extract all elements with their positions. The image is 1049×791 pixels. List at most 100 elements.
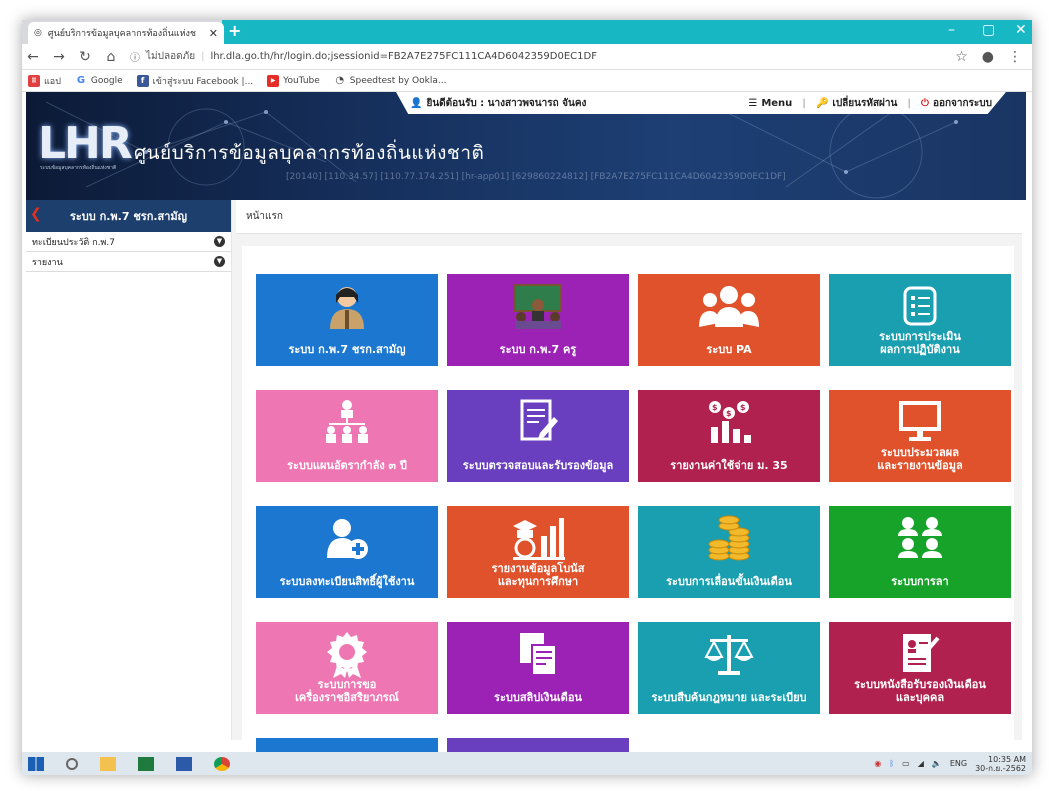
top-menu-bar: 👤 ยินดีต้อนรับ : นางสาวพจนารถ จันคง ☰ Me… <box>396 92 1006 114</box>
browser-tab[interactable]: ◎ ศูนย์บริการข้อมูลบุคลากรท้องถิ่นแห่งช … <box>28 22 224 44</box>
close-window-icon[interactable]: ✕ <box>1015 22 1027 38</box>
new-tab-icon[interactable]: + <box>228 21 241 40</box>
bookmark-apps[interactable]: ⠿ แอป <box>28 74 61 88</box>
breadcrumb-home[interactable]: หน้าแรก <box>246 209 283 224</box>
breadcrumb: หน้าแรก <box>236 200 1022 234</box>
search-icon[interactable] <box>66 757 78 770</box>
tile-label: ระบบการเลื่อนขั้นเงินเดือน <box>666 575 792 588</box>
tile-graduation-chart[interactable]: รายงานข้อมูลโบนัส และทุนการศึกษา <box>447 506 629 598</box>
volume-icon[interactable]: 🔈 <box>932 759 942 768</box>
back-icon[interactable]: ← <box>26 49 40 65</box>
tile-monitor[interactable]: ระบบประมวลผล และรายงานข้อมูล <box>829 390 1011 482</box>
tile-label: ระบบ ก.พ.7 ครู <box>499 343 577 356</box>
officer-icon <box>326 282 368 330</box>
sidebar-item-kp7-record[interactable]: ทะเบียนประวัติ ก.พ.7 ▼ <box>26 232 231 252</box>
change-password-button[interactable]: 🔑 เปลี่ยนรหัสผ่าน <box>816 96 897 111</box>
battery-icon[interactable]: ▭ <box>902 759 910 768</box>
lhr-logo[interactable]: LHR <box>38 118 133 169</box>
tray-app-icon[interactable]: ◉ <box>874 759 881 768</box>
group-icon <box>697 282 761 330</box>
tile-checklist[interactable]: ระบบการประเมิน ผลการปฏิบัติงาน <box>829 274 1011 366</box>
documents-icon <box>516 630 560 678</box>
org-chart-icon <box>323 398 371 446</box>
tile-label: ระบบสืบค้นกฎหมาย และระเบียบ <box>651 691 807 704</box>
bookmark-speedtest[interactable]: ◔ Speedtest by Ookla... <box>333 74 446 87</box>
tile-officer[interactable]: ระบบ ก.พ.7 ชรก.สามัญ <box>256 274 438 366</box>
clock[interactable]: 10:35 AM 30-ก.ย.-2562 <box>975 755 1026 773</box>
main-content: หน้าแรก ระบบ ก.พ.7 ชรก.สามัญ ระบบ ก.พ.7 ค… <box>232 200 1022 775</box>
language-indicator[interactable]: ENG <box>950 759 967 768</box>
profile-icon[interactable]: ● <box>982 49 994 65</box>
excel-icon[interactable] <box>138 756 154 771</box>
bookmark-google[interactable]: G Google <box>74 74 123 87</box>
collapse-arrow-icon[interactable]: ❮ <box>30 206 42 222</box>
tile-label: ระบบแผนอัตรากำลัง ๓ ปี <box>287 459 407 472</box>
add-user-icon <box>325 514 369 562</box>
power-icon: ⏻ <box>921 97 929 109</box>
bookmark-facebook[interactable]: f เข้าสู่ระบบ Facebook |... <box>136 74 253 88</box>
restore-icon[interactable]: ▢ <box>982 22 995 38</box>
tile-money-chart[interactable]: $ $ $ รายงานค่าใช้จ่าย ม. 35 <box>638 390 820 482</box>
system-tray: ◉ ᛒ ▭ ◢ 🔈 ENG 10:35 AM 30-ก.ย.-2562 <box>874 755 1026 773</box>
more-icon[interactable]: ⋮ <box>1008 49 1022 65</box>
tile-label: ระบบลงทะเบียนสิทธิ์ผู้ใช้งาน <box>279 575 415 588</box>
chrome-icon[interactable] <box>214 756 230 771</box>
tile-label: ระบบหนังสือรับรองเงินเดือน และบุคคล <box>854 678 986 704</box>
reload-icon[interactable]: ↻ <box>78 49 92 65</box>
tile-add-user[interactable]: ระบบลงทะเบียนสิทธิ์ผู้ใช้งาน <box>256 506 438 598</box>
users-icon <box>896 514 944 562</box>
graduation-chart-icon <box>511 514 565 562</box>
tile-label: ระบบประมวลผล และรายงานข้อมูล <box>877 446 963 472</box>
coins-icon <box>705 514 753 562</box>
tile-teacher[interactable]: ระบบ ก.พ.7 ครู <box>447 274 629 366</box>
windows-start-icon[interactable] <box>28 756 44 771</box>
star-icon[interactable]: ☆ <box>955 49 968 65</box>
google-icon: G <box>74 74 87 87</box>
chevron-down-icon: ▼ <box>214 256 225 267</box>
hamburger-icon: ☰ <box>748 97 758 109</box>
forward-icon[interactable]: → <box>52 49 66 65</box>
tile-coins[interactable]: ระบบการเลื่อนขั้นเงินเดือน <box>638 506 820 598</box>
logout-button[interactable]: ⏻ ออกจากระบบ <box>921 96 992 111</box>
menu-button[interactable]: ☰ Menu <box>748 98 792 109</box>
tile-label: ระบบสลิปเงินเดือน <box>494 691 582 704</box>
sidebar: ❮ ระบบ ก.พ.7 ชรก.สามัญ ทะเบียนประวัติ ก.… <box>26 200 232 740</box>
tile-scales[interactable]: ระบบสืบค้นกฎหมาย และระเบียบ <box>638 622 820 714</box>
tile-label: ระบบ ก.พ.7 ชรก.สามัญ <box>288 343 406 356</box>
money-chart-icon: $ $ $ <box>705 398 753 446</box>
teacher-icon <box>511 282 565 330</box>
sidebar-title: ระบบ ก.พ.7 ชรก.สามัญ <box>69 210 188 223</box>
network-icon[interactable]: ◢ <box>918 759 924 768</box>
info-icon[interactable]: ⓘ <box>130 49 140 64</box>
tile-document-edit[interactable]: ระบบตรวจสอบและรับรองข้อมูล <box>447 390 629 482</box>
bookmark-youtube[interactable]: ▶ YouTube <box>267 74 320 87</box>
monitor-icon <box>898 398 942 446</box>
tile-users[interactable]: ระบบการลา <box>829 506 1011 598</box>
tab-title: ศูนย์บริการข้อมูลบุคลากรท้องถิ่นแห่งช <box>47 29 197 39</box>
sidebar-item-reports[interactable]: รายงาน ▼ <box>26 252 231 272</box>
welcome-text: 👤 ยินดีต้อนรับ : นางสาวพจนารถ จันคง <box>410 97 587 109</box>
tile-label: รายงานค่าใช้จ่าย ม. 35 <box>670 459 788 472</box>
tile-label: ระบบการประเมิน ผลการปฏิบัติงาน <box>879 330 961 356</box>
tile-label: ระบบตรวจสอบและรับรองข้อมูล <box>462 459 614 472</box>
home-icon[interactable]: ⌂ <box>104 49 118 65</box>
minimize-icon[interactable]: – <box>948 22 955 38</box>
tile-label: ระบบ PA <box>706 343 752 356</box>
tile-certificate[interactable]: ระบบหนังสือรับรองเงินเดือน และบุคคล <box>829 622 1011 714</box>
word-icon[interactable] <box>176 756 192 771</box>
svg-text:$: $ <box>712 403 718 412</box>
bluetooth-icon[interactable]: ᛒ <box>889 759 894 768</box>
file-explorer-icon[interactable] <box>100 756 116 771</box>
tiles-panel: ระบบ ก.พ.7 ชรก.สามัญ ระบบ ก.พ.7 ครู ระบบ P… <box>242 246 1014 775</box>
tile-documents[interactable]: ระบบสลิปเงินเดือน <box>447 622 629 714</box>
tile-label: ระบบการขอ เครื่องราชอิสริยาภรณ์ <box>295 678 399 704</box>
globe-icon: ◎ <box>34 28 42 38</box>
facebook-icon: f <box>136 74 149 87</box>
tile-org-chart[interactable]: ระบบแผนอัตรากำลัง ๓ ปี <box>256 390 438 482</box>
url-input[interactable]: ⓘ ไม่ปลอดภัย | lhr.dla.go.th/hr/login.do… <box>130 49 943 64</box>
address-bar-row: ← → ↻ ⌂ ⓘ ไม่ปลอดภัย | lhr.dla.go.th/hr/… <box>22 44 1032 70</box>
close-tab-icon[interactable]: ✕ <box>209 27 218 40</box>
tile-group[interactable]: ระบบ PA <box>638 274 820 366</box>
tile-medal[interactable]: ระบบการขอ เครื่องราชอิสริยาภรณ์ <box>256 622 438 714</box>
chevron-down-icon: ▼ <box>214 236 225 247</box>
